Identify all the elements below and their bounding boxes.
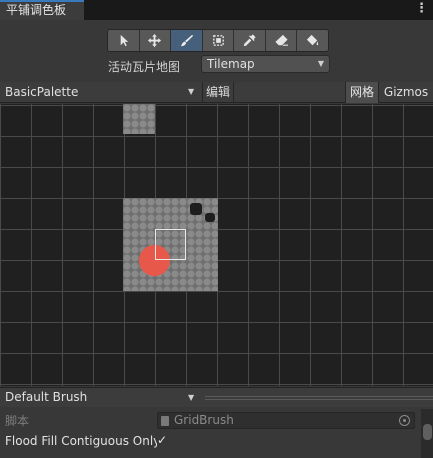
fill-tool-button[interactable] [297,30,328,51]
palette-tile[interactable] [123,104,155,134]
palette-dropdown[interactable]: BasicPalette [0,82,202,103]
move-tool-button[interactable] [139,30,172,51]
script-object-field[interactable]: GridBrush [157,412,415,429]
object-picker-dot [403,419,406,422]
tile-gap [190,203,202,215]
active-tilemap-value: Tilemap [207,57,255,71]
flood-fill-label: Flood Fill Contiguous Only [5,434,157,448]
tool-strip [107,29,329,52]
eyedropper-icon [243,34,256,47]
move-icon [148,33,162,48]
box-select-icon [212,35,224,46]
tab-tile-palette[interactable]: 平铺调色板 [0,0,84,20]
brush-toolbar: Default Brush ▼ [0,387,433,407]
paint-tool-button[interactable] [171,30,203,51]
grid-toggle-button[interactable]: 网格 [345,82,378,103]
script-file-icon [161,416,169,426]
eraser-icon [275,34,288,46]
selection-box [155,229,186,260]
palette-name: BasicPalette [5,85,79,99]
paint-bucket-icon [307,34,319,46]
tile-gap [205,213,215,222]
arrow-pointer-icon [120,34,128,47]
chevron-down-icon: ▼ [188,393,195,402]
brush-icon [180,34,193,47]
more-options-icon[interactable]: ⋮ [415,1,428,19]
flood-fill-checkbox[interactable]: ✓ [155,433,169,447]
gizmos-toggle-button[interactable]: Gizmos [378,82,433,103]
chevron-down-icon: ▼ [317,59,324,68]
palette-toolbar: BasicPalette ▼ 编辑 网格 Gizmos [0,82,433,103]
chevron-down-icon: ▼ [188,87,195,96]
tab-bar: 平铺调色板 ⋮ [0,0,433,20]
object-picker-icon[interactable] [399,415,410,426]
erase-tool-button[interactable] [265,30,298,51]
pick-tool-button[interactable] [234,30,266,51]
brush-name: Default Brush [5,390,88,404]
script-value: GridBrush [174,413,234,427]
box-fill-tool-button[interactable] [202,30,235,51]
brush-dropdown[interactable]: Default Brush [0,388,200,408]
active-tilemap-label: 活动瓦片地图 [108,60,181,74]
palette-grid-view[interactable] [0,104,433,386]
script-label: 脚本 [5,414,30,428]
scrollbar-thumb[interactable] [423,424,432,440]
panel-splitter-handle[interactable] [205,396,433,400]
edit-palette-button[interactable]: 编辑 [202,82,234,103]
active-tilemap-dropdown[interactable]: Tilemap ▼ [201,55,330,73]
select-tool-button[interactable] [108,30,140,51]
